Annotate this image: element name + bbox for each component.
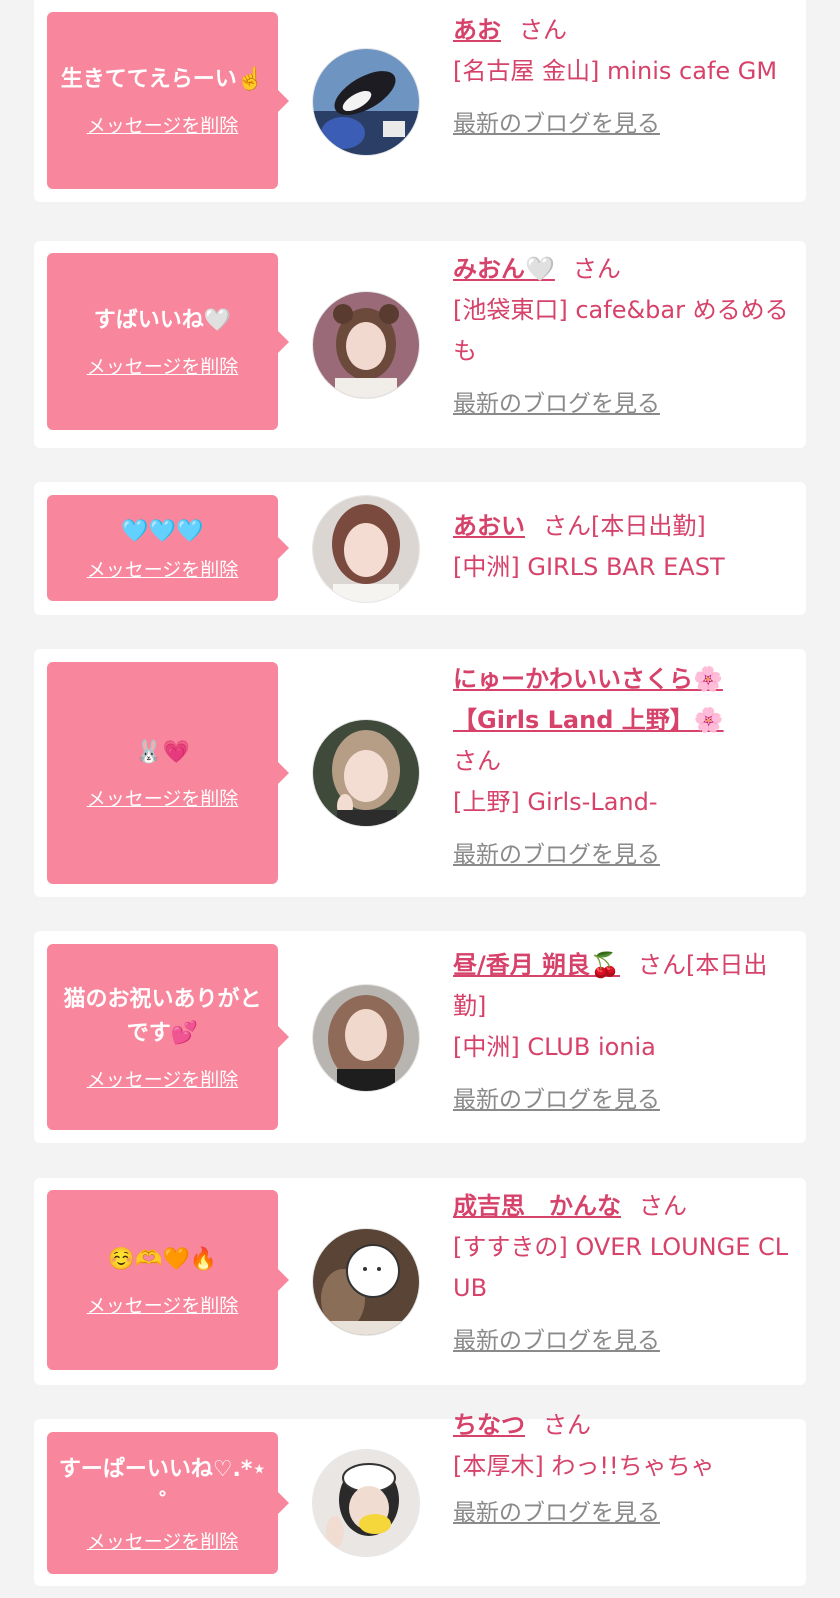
avatar-photo <box>313 49 419 155</box>
honorific: さん <box>519 16 567 44</box>
cast-name-link[interactable]: あお <box>453 16 501 44</box>
avatar[interactable] <box>312 1449 420 1557</box>
avatar-photo <box>313 1450 419 1556</box>
cast-name-link[interactable]: にゅーかわいいさくら🌸【Girls Land 上野】🌸 <box>453 665 724 734</box>
honorific: さん <box>638 951 687 979</box>
honorific: さん <box>543 1411 591 1439</box>
delete-message-link[interactable]: メッセージを削除 <box>87 1065 239 1092</box>
latest-blog-link[interactable]: 最新のブログを見る <box>453 1493 660 1534</box>
status-badge: [本日出勤] <box>591 512 706 540</box>
message-card: 🐰💗 メッセージを削除 にゅーかわいいさくら🌸【Girls Land 上野】🌸 … <box>34 649 806 897</box>
shop-name: [本厚木] わっ!!ちゃちゃ <box>453 1452 715 1480</box>
avatar-photo <box>313 1229 419 1335</box>
cast-name-link[interactable]: あおい <box>453 512 525 540</box>
honorific: さん <box>639 1192 687 1220</box>
avatar[interactable] <box>312 48 420 156</box>
shop-name: [中洲] GIRLS BAR EAST <box>453 553 725 581</box>
message-text: ☺️🫶🧡🔥 <box>107 1246 218 1272</box>
avatar-photo <box>313 720 419 826</box>
message-bubble: 🩵🩵🩵 メッセージを削除 <box>47 495 289 601</box>
message-bubble: すーぱーいいね♡.*⋆˚ メッセージを削除 <box>47 1432 289 1574</box>
delete-message-link[interactable]: メッセージを削除 <box>87 1527 239 1554</box>
avatar-photo <box>313 292 419 398</box>
message-text: 猫のお祝いありがとです💕 <box>63 986 262 1046</box>
cast-name-link[interactable]: みおん🤍 <box>453 255 555 283</box>
message-card: すーぱーいいね♡.*⋆˚ メッセージを削除 ちなつ さん [本厚木] わっ!!ちゃ… <box>34 1411 806 1586</box>
cast-info: あお さん [名古屋 金山] minis cafe GM 最新のブログを見る <box>453 10 798 145</box>
message-bubble: 生きててえらーい☝️ メッセージを削除 <box>47 12 289 189</box>
cast-name-link[interactable]: ちなつ <box>453 1411 525 1439</box>
shop-name: [中洲] CLUB ionia <box>453 1033 656 1061</box>
honorific: さん <box>453 747 501 775</box>
message-card: 🩵🩵🩵 メッセージを削除 あおい さん[本日出勤] [中洲] GIRLS BAR … <box>34 482 806 615</box>
message-card: すばいいね🤍 メッセージを削除 みおん🤍 さん [池袋東口] cafe&bar め… <box>34 241 806 448</box>
cast-info: 昼/香月 朔良🍒 さん[本日出勤] [中洲] CLUB ionia 最新のブログを… <box>453 945 798 1121</box>
shop-name: [池袋東口] cafe&bar めるめるも <box>453 296 789 365</box>
honorific: さん <box>543 512 591 540</box>
avatar[interactable] <box>312 1228 420 1336</box>
message-bubble: ☺️🫶🧡🔥 メッセージを削除 <box>47 1190 289 1370</box>
message-text: すーぱーいいね♡.*⋆˚ <box>58 1456 267 1516</box>
latest-blog-link[interactable]: 最新のブログを見る <box>453 835 660 876</box>
cast-name-link[interactable]: 成吉思 かんな <box>453 1192 621 1220</box>
delete-message-link[interactable]: メッセージを削除 <box>87 352 239 379</box>
avatar-photo <box>313 496 419 602</box>
delete-message-link[interactable]: メッセージを削除 <box>87 1291 239 1318</box>
message-text: 🩵🩵🩵 <box>121 518 204 544</box>
message-text: 🐰💗 <box>135 739 190 765</box>
latest-blog-link[interactable]: 最新のブログを見る <box>453 1321 660 1362</box>
cast-info: 成吉思 かんな さん [すすきの] OVER LOUNGE CLUB 最新のブログ… <box>453 1186 798 1362</box>
avatar[interactable] <box>312 984 420 1092</box>
cast-info: ちなつ さん [本厚木] わっ!!ちゃちゃ 最新のブログを見る <box>453 1405 798 1534</box>
avatar-photo <box>313 985 419 1091</box>
latest-blog-link[interactable]: 最新のブログを見る <box>453 384 660 425</box>
message-bubble: すばいいね🤍 メッセージを削除 <box>47 253 289 430</box>
honorific: さん <box>572 255 621 283</box>
message-list: 生きててえらーい☝️ メッセージを削除 あお さん [名古屋 金山] minis … <box>0 0 840 1598</box>
message-bubble: 猫のお祝いありがとです💕 メッセージを削除 <box>47 944 289 1130</box>
delete-message-link[interactable]: メッセージを削除 <box>87 111 239 138</box>
cast-info: にゅーかわいいさくら🌸【Girls Land 上野】🌸 さん [上野] Girl… <box>453 659 798 876</box>
cast-info: みおん🤍 さん [池袋東口] cafe&bar めるめるも 最新のブログを見る <box>453 249 798 425</box>
message-text: すばいいね🤍 <box>93 308 232 333</box>
message-card: 生きててえらーい☝️ メッセージを削除 あお さん [名古屋 金山] minis … <box>34 0 806 202</box>
avatar[interactable] <box>312 495 420 603</box>
cast-info: あおい さん[本日出勤] [中洲] GIRLS BAR EAST <box>453 506 798 588</box>
avatar[interactable] <box>312 719 420 827</box>
shop-name: [名古屋 金山] minis cafe GM <box>453 57 778 85</box>
message-card: 猫のお祝いありがとです💕 メッセージを削除 昼/香月 朔良🍒 さん[本日出勤] [… <box>34 931 806 1143</box>
message-card: ☺️🫶🧡🔥 メッセージを削除 成吉思 かんな さん [すすきの] OVER LOU… <box>34 1178 806 1385</box>
shop-name: [すすきの] OVER LOUNGE CLUB <box>453 1233 789 1302</box>
avatar[interactable] <box>312 291 420 399</box>
message-text: 生きててえらーい☝️ <box>60 67 265 92</box>
shop-name: [上野] Girls-Land- <box>453 788 658 816</box>
cast-name-link[interactable]: 昼/香月 朔良🍒 <box>453 951 620 979</box>
delete-message-link[interactable]: メッセージを削除 <box>87 784 239 811</box>
latest-blog-link[interactable]: 最新のブログを見る <box>453 104 660 145</box>
message-bubble: 🐰💗 メッセージを削除 <box>47 662 289 884</box>
delete-message-link[interactable]: メッセージを削除 <box>87 555 239 582</box>
latest-blog-link[interactable]: 最新のブログを見る <box>453 1080 660 1121</box>
